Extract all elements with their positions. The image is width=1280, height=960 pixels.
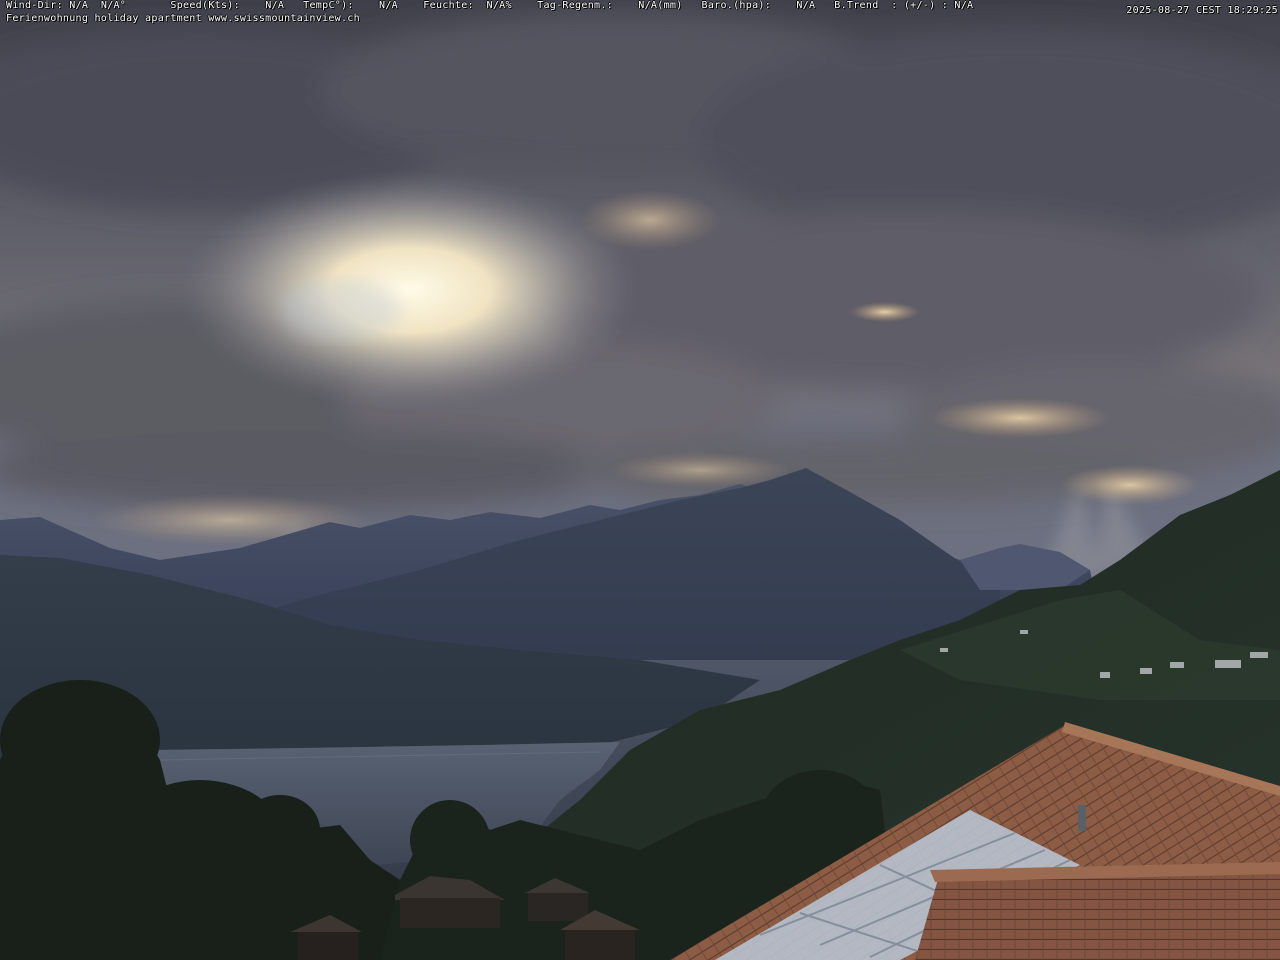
wind-dir-degrees: N/A° [100,0,127,11]
landscape-scene [0,0,1280,960]
baro-value: N/A [796,0,816,11]
trend-label: B.Trend [834,0,879,11]
weather-overlay: Wind-Dir: N/A N/A° Speed(Kts): N/A TempC… [0,0,1280,26]
rain-label: Tag-Regenm.: [537,0,613,11]
caption: Ferienwohnung holiday apartment www.swis… [6,13,360,24]
weather-readout: Wind-Dir: N/A N/A° Speed(Kts): N/A TempC… [6,0,973,12]
temp-value: N/A [379,0,398,11]
wind-dir-value: N/A [69,0,89,11]
rain-value: N/A(mm) [638,0,683,11]
temp-label: TempC°): [303,0,354,11]
trend-value: N/A [954,0,974,11]
humidity-value: N/A% [486,0,512,11]
webcam-frame: Wind-Dir: N/A N/A° Speed(Kts): N/A TempC… [0,0,1280,960]
timestamp: 2025-08-27 CEST 18:29:25 [1126,5,1278,16]
trend-separator: : (+/-) : [891,0,949,11]
speed-label: Speed(Kts): [170,0,240,11]
baro-label: Baro.(hpa): [701,0,772,11]
humidity-label: Feuchte: [423,0,474,11]
sun-glow [180,170,640,410]
wind-dir-label: Wind-Dir: [6,0,63,11]
speed-value: N/A [265,0,285,11]
